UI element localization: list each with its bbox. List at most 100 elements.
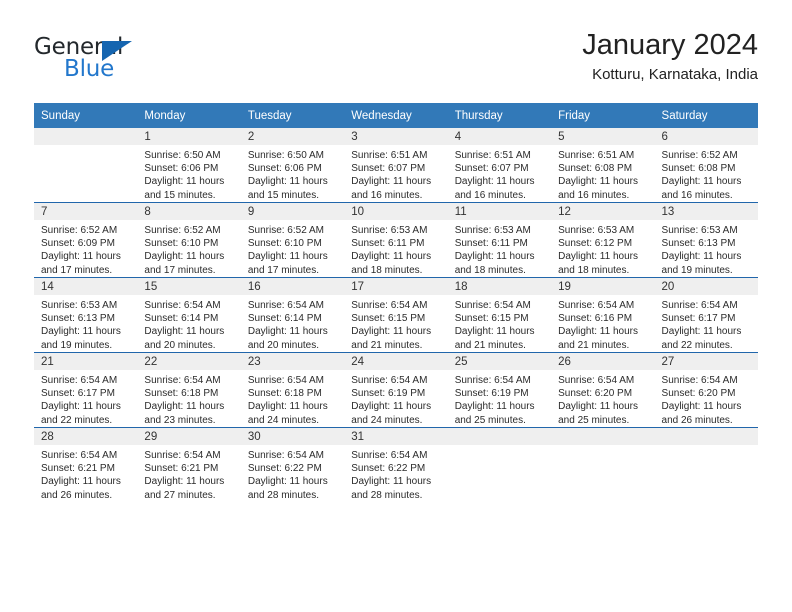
- day-number: 16: [240, 278, 345, 295]
- calendar-day-cell[interactable]: 6 Sunrise: 6:52 AM Sunset: 6:08 PM Daylight…: [654, 128, 758, 203]
- calendar-day-cell[interactable]: 15 Sunrise: 6:54 AM Sunset: 6:14 PM Dayligh…: [137, 277, 241, 353]
- calendar-page: General Blue January 2024 Kotturu, Karna…: [0, 0, 792, 612]
- day-number: 12: [551, 203, 655, 220]
- sunrise-text: Sunrise: 6:54 AM: [247, 450, 324, 461]
- daylight-text: Daylight: 11 hours and 15 minutes.: [144, 176, 225, 201]
- sunset-text: Sunset: 6:07 PM: [351, 163, 426, 175]
- day-number: 27: [654, 353, 758, 370]
- calendar-day-cell[interactable]: 11 Sunrise: 6:53 AM Sunset: 6:11 PM Dayligh…: [447, 202, 552, 278]
- daylight-text: Daylight: 11 hours and 24 minutes.: [247, 401, 328, 426]
- day-details: Sunrise: 6:52 AM Sunset: 6:08 PM Daylight:…: [655, 145, 758, 202]
- daylight-text: Daylight: 11 hours and 15 minutes.: [247, 176, 328, 201]
- sunset-text: Sunset: 6:21 PM: [144, 463, 219, 475]
- day-details: Sunrise: 6:51 AM Sunset: 6:07 PM Daylight:…: [448, 145, 551, 202]
- day-details: Sunrise: 6:53 AM Sunset: 6:13 PM Daylight:…: [655, 220, 758, 277]
- sunset-text: Sunset: 6:22 PM: [247, 463, 322, 475]
- logo-text-blue: Blue: [64, 56, 115, 82]
- calendar-day-cell[interactable]: 8 Sunrise: 6:52 AM Sunset: 6:10 PM Daylight…: [137, 202, 241, 278]
- sunrise-text: Sunrise: 6:53 AM: [454, 225, 531, 236]
- sunset-text: Sunset: 6:10 PM: [144, 238, 219, 250]
- day-details: Sunrise: 6:54 AM Sunset: 6:18 PM Daylight:…: [241, 370, 344, 427]
- calendar-day-cell[interactable]: 24 Sunrise: 6:54 AM Sunset: 6:19 PM Dayligh…: [344, 352, 448, 428]
- calendar-day-cell[interactable]: 5 Sunrise: 6:51 AM Sunset: 6:08 PM Daylight…: [551, 128, 655, 203]
- daylight-text: Daylight: 11 hours and 19 minutes.: [661, 251, 742, 276]
- daylight-text: Daylight: 11 hours and 18 minutes.: [454, 251, 535, 276]
- calendar-day-cell[interactable]: 18 Sunrise: 6:54 AM Sunset: 6:15 PM Dayligh…: [447, 277, 552, 353]
- day-number: 8: [137, 203, 241, 220]
- day-number: 24: [344, 353, 448, 370]
- calendar-body: 1 Sunrise: 6:50 AM Sunset: 6:06 PM Daylight…: [34, 128, 758, 502]
- day-details: Sunrise: 6:54 AM Sunset: 6:19 PM Daylight:…: [448, 370, 551, 427]
- sunrise-text: Sunrise: 6:51 AM: [454, 150, 531, 161]
- day-details: Sunrise: 6:53 AM Sunset: 6:13 PM Daylight:…: [34, 295, 137, 352]
- calendar-day-cell[interactable]: 29 Sunrise: 6:54 AM Sunset: 6:21 PM Dayligh…: [137, 427, 241, 502]
- calendar-day-cell[interactable]: 14 Sunrise: 6:53 AM Sunset: 6:13 PM Dayligh…: [34, 277, 138, 353]
- calendar-day-cell[interactable]: 2 Sunrise: 6:50 AM Sunset: 6:06 PM Daylight…: [240, 128, 345, 203]
- day-number: 11: [447, 203, 552, 220]
- calendar-day-cell[interactable]: 22 Sunrise: 6:54 AM Sunset: 6:18 PM Dayligh…: [137, 352, 241, 428]
- daylight-text: Daylight: 11 hours and 26 minutes.: [661, 401, 742, 426]
- sunrise-text: Sunrise: 6:50 AM: [247, 150, 324, 161]
- daylight-text: Daylight: 11 hours and 17 minutes.: [144, 251, 225, 276]
- calendar-week-row: 21 Sunrise: 6:54 AM Sunset: 6:17 PM Dayligh…: [34, 352, 758, 428]
- day-number: 9: [240, 203, 345, 220]
- day-details: Sunrise: 6:54 AM Sunset: 6:20 PM Daylight:…: [551, 370, 654, 427]
- calendar-day-cell[interactable]: 31 Sunrise: 6:54 AM Sunset: 6:22 PM Dayligh…: [344, 427, 448, 502]
- calendar-day-cell-empty: [654, 427, 758, 502]
- calendar-day-cell[interactable]: 26 Sunrise: 6:54 AM Sunset: 6:20 PM Dayligh…: [551, 352, 655, 428]
- calendar-day-cell[interactable]: 9 Sunrise: 6:52 AM Sunset: 6:10 PM Daylight…: [240, 202, 345, 278]
- calendar-day-cell[interactable]: 12 Sunrise: 6:53 AM Sunset: 6:12 PM Dayligh…: [551, 202, 655, 278]
- sunrise-text: Sunrise: 6:54 AM: [351, 300, 428, 311]
- daylight-text: Daylight: 11 hours and 26 minutes.: [41, 476, 121, 501]
- calendar-week-row: 1 Sunrise: 6:50 AM Sunset: 6:06 PM Daylight…: [34, 128, 758, 203]
- sunset-text: Sunset: 6:17 PM: [41, 388, 115, 400]
- calendar-day-cell[interactable]: 4 Sunrise: 6:51 AM Sunset: 6:07 PM Daylight…: [447, 128, 552, 203]
- daylight-text: Daylight: 11 hours and 28 minutes.: [247, 476, 328, 501]
- calendar-day-cell[interactable]: 23 Sunrise: 6:54 AM Sunset: 6:18 PM Dayligh…: [240, 352, 345, 428]
- calendar-day-cell[interactable]: 3 Sunrise: 6:51 AM Sunset: 6:07 PM Daylight…: [344, 128, 448, 203]
- weekday-header-wednesday: Wednesday: [344, 103, 448, 128]
- day-number: 6: [654, 128, 758, 145]
- calendar-week-row: 7 Sunrise: 6:52 AM Sunset: 6:09 PM Daylight…: [34, 202, 758, 278]
- day-details: Sunrise: 6:54 AM Sunset: 6:21 PM Daylight:…: [137, 445, 240, 502]
- calendar-day-cell[interactable]: 10 Sunrise: 6:53 AM Sunset: 6:11 PM Dayligh…: [344, 202, 448, 278]
- sunset-text: Sunset: 6:11 PM: [454, 238, 528, 250]
- sunset-text: Sunset: 6:19 PM: [351, 388, 426, 400]
- page-title: January 2024: [582, 29, 758, 61]
- day-number: 2: [240, 128, 345, 145]
- calendar-day-cell[interactable]: 19 Sunrise: 6:54 AM Sunset: 6:16 PM Dayligh…: [551, 277, 655, 353]
- calendar-day-cell[interactable]: 1 Sunrise: 6:50 AM Sunset: 6:06 PM Daylight…: [137, 128, 241, 203]
- sunrise-text: Sunrise: 6:53 AM: [41, 300, 118, 311]
- calendar-day-cell[interactable]: 17 Sunrise: 6:54 AM Sunset: 6:15 PM Dayligh…: [344, 277, 448, 353]
- sunset-text: Sunset: 6:14 PM: [144, 313, 219, 325]
- day-number: 19: [551, 278, 655, 295]
- general-blue-logo: General Blue: [34, 34, 244, 90]
- title-block: January 2024 Kotturu, Karnataka, India: [582, 28, 758, 85]
- sunset-text: Sunset: 6:08 PM: [661, 163, 736, 175]
- daylight-text: Daylight: 11 hours and 20 minutes.: [144, 326, 225, 351]
- sunrise-text: Sunrise: 6:54 AM: [41, 450, 118, 461]
- sunrise-text: Sunrise: 6:53 AM: [661, 225, 738, 236]
- calendar-day-cell[interactable]: 28 Sunrise: 6:54 AM Sunset: 6:21 PM Dayligh…: [34, 427, 138, 502]
- day-number: [447, 428, 552, 445]
- weekday-header-tuesday: Tuesday: [240, 103, 345, 128]
- calendar-day-cell[interactable]: 13 Sunrise: 6:53 AM Sunset: 6:13 PM Dayligh…: [654, 202, 758, 278]
- sunrise-text: Sunrise: 6:52 AM: [41, 225, 118, 236]
- daylight-text: Daylight: 11 hours and 16 minutes.: [558, 176, 638, 201]
- calendar-day-cell[interactable]: 27 Sunrise: 6:54 AM Sunset: 6:20 PM Dayligh…: [654, 352, 758, 428]
- sunset-text: Sunset: 6:11 PM: [351, 238, 425, 250]
- calendar-day-cell[interactable]: 20 Sunrise: 6:54 AM Sunset: 6:17 PM Dayligh…: [654, 277, 758, 353]
- calendar-day-cell[interactable]: 7 Sunrise: 6:52 AM Sunset: 6:09 PM Daylight…: [34, 202, 138, 278]
- day-number: 23: [240, 353, 345, 370]
- day-number: 7: [34, 203, 138, 220]
- calendar-day-cell[interactable]: 21 Sunrise: 6:54 AM Sunset: 6:17 PM Dayligh…: [34, 352, 138, 428]
- sunset-text: Sunset: 6:18 PM: [144, 388, 219, 400]
- calendar-day-cell[interactable]: 25 Sunrise: 6:54 AM Sunset: 6:19 PM Dayligh…: [447, 352, 552, 428]
- calendar-day-cell[interactable]: 16 Sunrise: 6:54 AM Sunset: 6:14 PM Dayligh…: [240, 277, 345, 353]
- day-details: Sunrise: 6:54 AM Sunset: 6:22 PM Daylight:…: [241, 445, 344, 502]
- day-number: 4: [447, 128, 552, 145]
- sunrise-text: Sunrise: 6:54 AM: [351, 375, 428, 386]
- day-details: Sunrise: 6:52 AM Sunset: 6:10 PM Daylight:…: [137, 220, 240, 277]
- calendar-day-cell[interactable]: 30 Sunrise: 6:54 AM Sunset: 6:22 PM Dayligh…: [240, 427, 345, 502]
- day-number: 10: [344, 203, 448, 220]
